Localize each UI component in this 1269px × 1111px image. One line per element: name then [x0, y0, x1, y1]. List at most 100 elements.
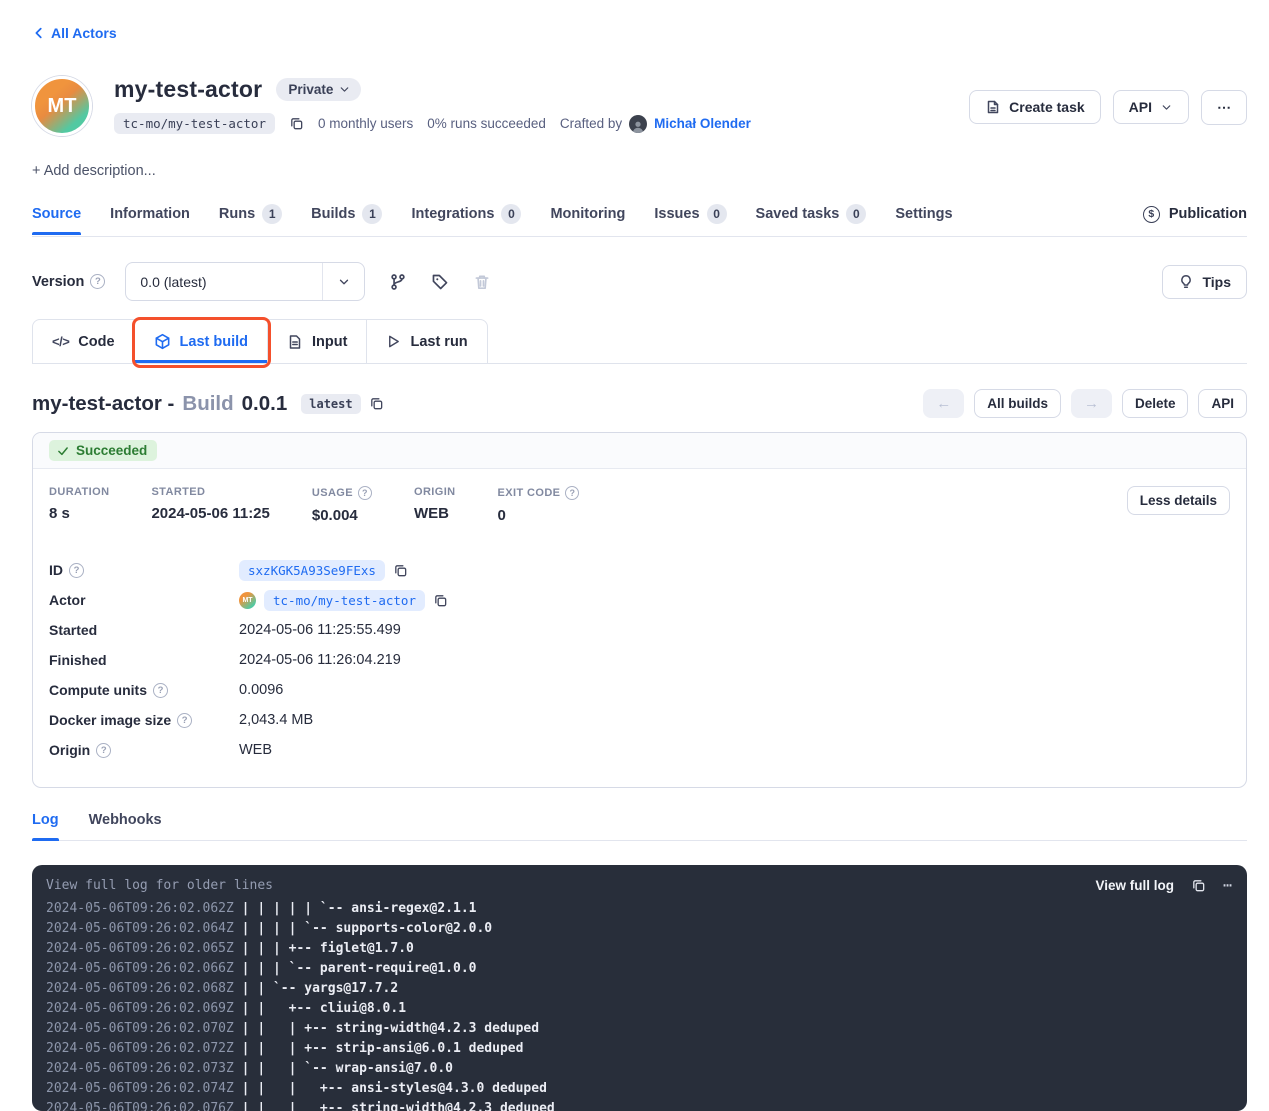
- tab-monitoring[interactable]: Monitoring: [550, 206, 625, 234]
- help-icon[interactable]: ?: [177, 713, 192, 728]
- actor-header: MT my-test-actor Private tc-mo/my-test-a…: [32, 76, 1247, 136]
- subtab-input[interactable]: Input: [268, 320, 367, 363]
- git-branch-icon[interactable]: [389, 273, 407, 291]
- publication-link[interactable]: $ Publication: [1143, 206, 1247, 235]
- all-builds-button[interactable]: All builds: [974, 389, 1061, 418]
- tab-runs[interactable]: Runs1: [219, 204, 282, 236]
- prev-build-button: ←: [923, 389, 964, 418]
- tab-issues[interactable]: Issues0: [654, 204, 726, 236]
- tag-icon[interactable]: [431, 273, 449, 291]
- detail-row-finished: Finished 2024-05-06 11:26:04.219: [49, 645, 1230, 675]
- detail-row-docker-image-size: Docker image size? 2,043.4 MB: [49, 705, 1230, 735]
- copy-id-icon[interactable]: [393, 563, 408, 578]
- subtab-last-build[interactable]: Last build: [135, 320, 268, 363]
- author-link[interactable]: Michał Olender: [654, 116, 751, 131]
- chevron-down-icon: [338, 83, 351, 96]
- help-icon[interactable]: ?: [96, 743, 111, 758]
- help-icon[interactable]: ?: [69, 563, 84, 578]
- build-title-actor: my-test-actor -: [32, 392, 174, 416]
- log-line: 2024-05-06T09:26:02.070Z | | | +-- strin…: [46, 1019, 1233, 1039]
- log-line: 2024-05-06T09:26:02.065Z | | | +-- figle…: [46, 939, 1233, 959]
- log-tabbar: Log Webhooks: [32, 812, 1247, 841]
- actor-avatar: MT: [32, 76, 92, 136]
- log-more-menu-icon[interactable]: ⋯: [1223, 876, 1233, 894]
- version-select-value: 0.0 (latest): [126, 274, 322, 290]
- build-stats-row: DURATION 8 s STARTED 2024-05-06 11:25 US…: [33, 469, 1246, 539]
- log-line: 2024-05-06T09:26:02.074Z | | | +-- ansi-…: [46, 1079, 1233, 1099]
- tips-button[interactable]: Tips: [1162, 265, 1247, 299]
- log-line: 2024-05-06T09:26:02.069Z | | +-- cliui@8…: [46, 999, 1233, 1019]
- ellipsis-icon: ⋯: [1217, 99, 1231, 116]
- actor-build-page: All Actors MT my-test-actor Private tc-m…: [0, 0, 1269, 1111]
- log-line: 2024-05-06T09:26:02.076Z | | | +-- strin…: [46, 1099, 1233, 1111]
- help-icon[interactable]: ?: [358, 486, 372, 500]
- view-older-lines-link[interactable]: View full log for older lines: [46, 878, 273, 893]
- runs-succeeded-stat: 0% runs succeeded: [427, 116, 546, 131]
- package-box-icon: [154, 333, 171, 350]
- stat-usage: USAGE? $0.004: [312, 486, 372, 524]
- build-id-badge[interactable]: sxzKGK5A93Se9FExs: [239, 560, 385, 581]
- visibility-dropdown[interactable]: Private: [276, 78, 361, 101]
- help-icon[interactable]: ?: [565, 486, 579, 500]
- publication-label: Publication: [1169, 206, 1247, 222]
- dollar-circle-icon: $: [1143, 206, 1160, 223]
- api-label: API: [1129, 99, 1152, 115]
- build-title-row: my-test-actor - Build 0.0.1 latest ← All…: [32, 389, 1247, 418]
- view-full-log-button[interactable]: View full log: [1095, 878, 1174, 893]
- build-api-button[interactable]: API: [1198, 389, 1247, 418]
- crafted-by-label: Crafted by: [560, 116, 622, 131]
- copy-slug-icon[interactable]: [289, 116, 304, 131]
- subtab-code[interactable]: </> Code: [33, 320, 135, 363]
- chevron-down-icon: [322, 263, 364, 300]
- subtab-last-run[interactable]: Last run: [367, 320, 486, 363]
- status-badge: Succeeded: [49, 440, 157, 461]
- add-description-button[interactable]: + Add description...: [32, 163, 156, 179]
- runs-count-badge: 1: [262, 204, 282, 224]
- visibility-label: Private: [288, 82, 333, 97]
- api-dropdown-button[interactable]: API: [1113, 90, 1189, 124]
- detail-row-actor: Actor MT tc-mo/my-test-actor: [49, 585, 1230, 615]
- copy-actor-icon[interactable]: [433, 593, 448, 608]
- tab-integrations[interactable]: Integrations0: [411, 204, 521, 236]
- actor-mini-avatar: MT: [239, 592, 256, 609]
- create-task-label: Create task: [1009, 99, 1085, 115]
- more-actions-button[interactable]: ⋯: [1201, 90, 1247, 125]
- log-line: 2024-05-06T09:26:02.073Z | | | `-- wrap-…: [46, 1059, 1233, 1079]
- stat-exit-code: EXIT CODE? 0: [498, 486, 580, 524]
- copy-log-icon[interactable]: [1191, 878, 1206, 893]
- document-icon: [985, 99, 1001, 115]
- tab-log[interactable]: Log: [32, 812, 59, 840]
- log-line: 2024-05-06T09:26:02.068Z | | `-- yargs@1…: [46, 979, 1233, 999]
- copy-build-icon[interactable]: [369, 396, 384, 411]
- help-icon[interactable]: ?: [153, 683, 168, 698]
- build-title-word: Build: [182, 392, 233, 416]
- document-icon: [287, 334, 303, 350]
- saved-tasks-count-badge: 0: [846, 204, 866, 224]
- tab-builds[interactable]: Builds1: [311, 204, 382, 236]
- actor-slug-badge[interactable]: tc-mo/my-test-actor: [114, 113, 275, 134]
- code-icon: </>: [52, 334, 69, 349]
- tab-saved-tasks[interactable]: Saved tasks0: [756, 204, 867, 236]
- stat-origin: ORIGIN WEB: [414, 486, 456, 522]
- detail-row-compute-units: Compute units? 0.0096: [49, 675, 1230, 705]
- tab-information[interactable]: Information: [110, 206, 190, 234]
- tab-settings[interactable]: Settings: [895, 206, 952, 234]
- version-select[interactable]: 0.0 (latest): [125, 262, 365, 301]
- detail-row-started: Started 2024-05-06 11:25:55.499: [49, 615, 1230, 645]
- actor-link-badge[interactable]: tc-mo/my-test-actor: [264, 590, 425, 611]
- help-icon[interactable]: ?: [90, 274, 105, 289]
- create-task-button[interactable]: Create task: [969, 90, 1101, 124]
- main-tabbar: Source Information Runs1 Builds1 Integra…: [32, 204, 1247, 237]
- build-detail-card: Succeeded DURATION 8 s STARTED 2024-05-0…: [32, 432, 1247, 788]
- less-details-button[interactable]: Less details: [1127, 486, 1230, 515]
- back-to-all-actors-link[interactable]: All Actors: [32, 25, 117, 41]
- tab-webhooks[interactable]: Webhooks: [89, 812, 162, 840]
- delete-version-icon: [473, 273, 491, 291]
- integrations-count-badge: 0: [501, 204, 521, 224]
- delete-build-button[interactable]: Delete: [1122, 389, 1189, 418]
- next-build-button: →: [1071, 389, 1112, 418]
- issues-count-badge: 0: [707, 204, 727, 224]
- chevron-left-icon: [32, 26, 46, 40]
- author-avatar: [629, 115, 647, 133]
- tab-source[interactable]: Source: [32, 206, 81, 234]
